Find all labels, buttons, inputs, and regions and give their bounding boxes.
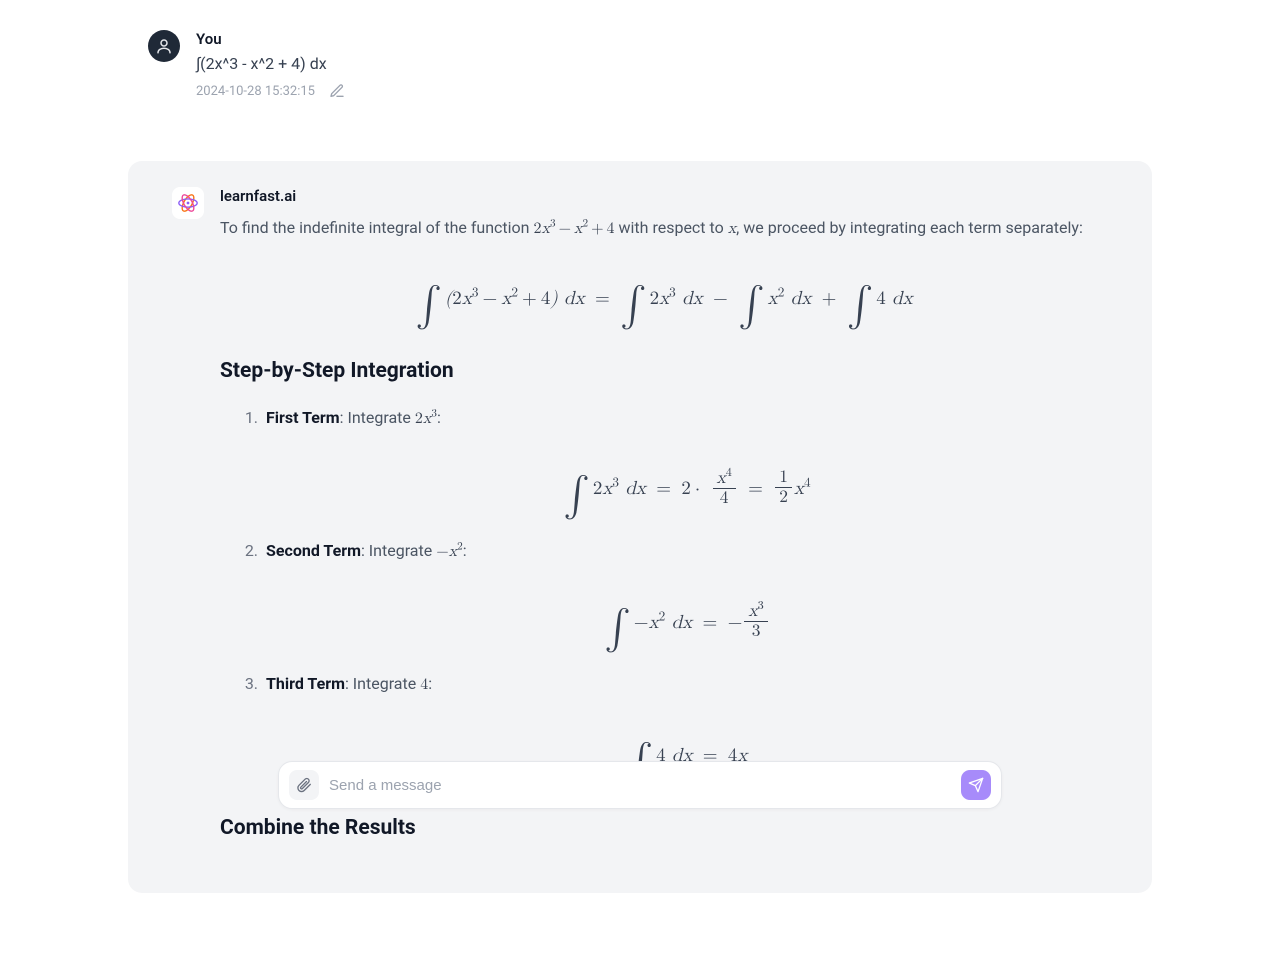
step-3-text: : Integrate [345, 674, 420, 693]
ai-name: learnfast.ai [220, 187, 1108, 205]
step-1-label: First Term [266, 408, 340, 427]
user-message: You ∫(2x^3 - x^2 + 4) dx 2024-10-28 15:3… [128, 24, 1152, 121]
step-1: First Term: Integrate 2x3: ∫2x3 dx = 2· … [262, 405, 1108, 516]
combine-heading: Combine the Results [220, 811, 1108, 846]
step-2-label: Second Term [266, 541, 361, 560]
step-2-text: : Integrate [361, 541, 436, 560]
intro-paragraph: To find the indefinite integral of the f… [220, 215, 1108, 242]
user-avatar-icon [148, 30, 180, 62]
intro-text-after: , we proceed by integrating each term se… [736, 218, 1083, 237]
intro-expression: 2x3−x2+4 [533, 221, 614, 237]
user-name: You [196, 30, 1132, 48]
paperclip-icon [296, 777, 312, 793]
timestamp: 2024-10-28 15:32:15 [196, 84, 315, 99]
message-input[interactable] [329, 777, 951, 794]
step-list: First Term: Integrate 2x3: ∫2x3 dx = 2· … [220, 405, 1108, 783]
send-icon [968, 777, 984, 793]
step-3-label: Third Term [266, 674, 345, 693]
edit-icon[interactable] [327, 81, 347, 101]
attach-button[interactable] [289, 770, 319, 800]
step-2-expr: −x2 [436, 544, 463, 560]
step-1-equation: ∫2x3 dx = 2· x44 = 12x4 [266, 450, 1108, 516]
step-1-text: : Integrate [340, 408, 415, 427]
step-1-expr: 2x3 [415, 411, 437, 427]
intro-var: x [728, 221, 736, 237]
integral-split-equation: ∫(2x3−x2+4) dx = ∫2x3 dx − ∫x2 dx + ∫4 d… [220, 260, 1108, 326]
step-2: Second Term: Integrate −x2: ∫−x2 dx = −x… [262, 538, 1108, 649]
send-button[interactable] [961, 770, 991, 800]
user-message-text: ∫(2x^3 - x^2 + 4) dx [196, 54, 1132, 73]
intro-text-before: To find the indefinite integral of the f… [220, 218, 533, 237]
step-2-equation: ∫−x2 dx = −x33 [266, 584, 1108, 650]
step-3-expr: 4 [420, 677, 428, 693]
ai-avatar-icon [172, 187, 204, 219]
ai-response-body: To find the indefinite integral of the f… [220, 215, 1108, 845]
composer [278, 761, 1002, 809]
intro-text-mid: with respect to [615, 218, 728, 237]
step-heading: Step-by-Step Integration [220, 354, 1108, 389]
